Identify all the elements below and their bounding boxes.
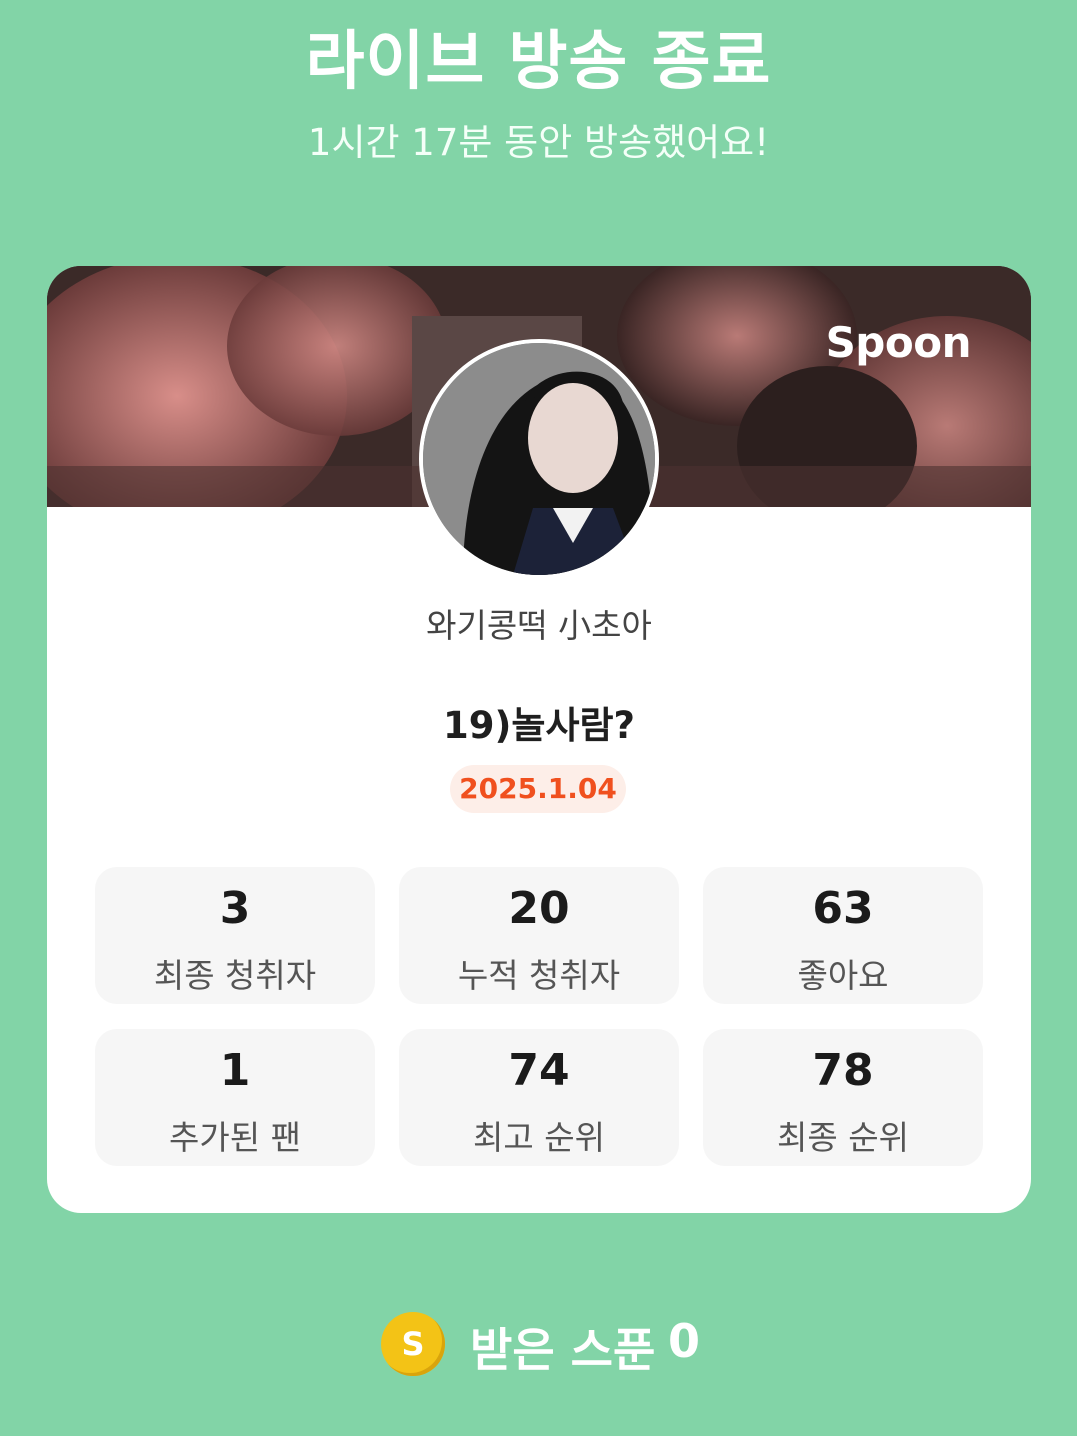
spoons-count: 0 [668, 1314, 701, 1368]
spoon-coin-icon: S [381, 1312, 445, 1376]
broadcast-duration: 1시간 17분 동안 방송했어요! [307, 121, 770, 164]
stat-final-rank: 78 최종 순위 [703, 1029, 983, 1166]
date-badge: 2025.1.04 [450, 765, 626, 813]
stat-likes: 63 좋아요 [703, 867, 983, 1004]
stat-value: 3 [219, 883, 251, 934]
broadcast-title: 19)놀사람? [443, 704, 635, 747]
stat-total-listeners: 20 누적 청취자 [399, 867, 679, 1004]
stat-label: 최종 순위 [777, 1118, 909, 1157]
received-spoons: S 받은 스푼 0 [0, 1306, 1077, 1382]
spoons-label: 받은 스푼 [470, 1323, 656, 1377]
stat-label: 추가된 팬 [169, 1118, 301, 1157]
stat-value: 63 [812, 883, 874, 934]
stat-label: 좋아요 [797, 956, 889, 995]
stat-label: 최종 청취자 [153, 956, 317, 995]
stat-best-rank: 74 최고 순위 [399, 1029, 679, 1166]
spoon-logo: Spoon [825, 318, 972, 367]
stat-value: 1 [219, 1045, 251, 1096]
stat-value: 20 [508, 883, 570, 934]
stat-label: 누적 청취자 [457, 956, 621, 995]
stat-value: 74 [508, 1045, 570, 1096]
profile-avatar[interactable] [419, 339, 659, 579]
stat-final-listeners: 3 최종 청취자 [95, 867, 375, 1004]
summary-card: Spoon 와기콩떡 小초아 19)놀사람? 2025.1.04 3 최종 청취… [47, 266, 1031, 1213]
stat-value: 78 [812, 1045, 874, 1096]
page-title: 라이브 방송 종료 [305, 25, 772, 99]
broadcaster-nickname: 와기콩떡 小초아 [426, 606, 652, 645]
stat-label: 최고 순위 [473, 1118, 605, 1157]
stat-new-fans: 1 추가된 팬 [95, 1029, 375, 1166]
